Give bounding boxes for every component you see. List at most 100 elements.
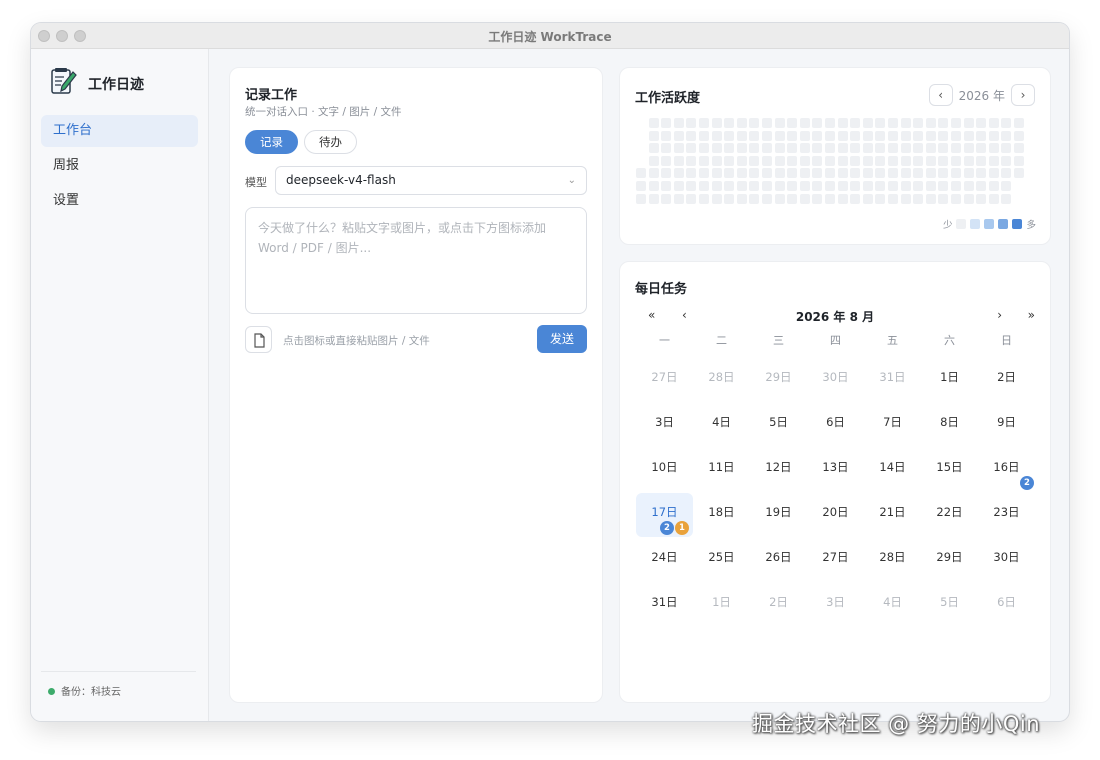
sidebar-item-workbench[interactable]: 工作台 — [41, 115, 198, 147]
calendar-day-label: 4日 — [712, 415, 731, 429]
heatmap-cell — [837, 143, 848, 154]
heatmap-cell — [661, 155, 672, 166]
record-mode-tabs: 记录 待办 — [245, 130, 363, 154]
heatmap-cell — [762, 118, 772, 128]
sidebar-item-settings[interactable]: 设置 — [41, 185, 198, 217]
calendar-day[interactable]: 23日 — [978, 493, 1035, 537]
chevron-down-icon: ⌄ — [567, 175, 576, 186]
heatmap-cell — [825, 168, 835, 179]
calendar-day[interactable]: 29日 — [921, 538, 978, 582]
model-select[interactable]: deepseek-v4-flash ⌄ — [275, 166, 587, 195]
calendar-day[interactable]: 4日 — [864, 583, 921, 627]
heatmap-cell — [711, 168, 722, 179]
calendar-day[interactable]: 25日 — [693, 538, 750, 582]
tasks-card-title: 每日任务 — [635, 282, 688, 297]
calendar-day[interactable]: 2日 — [978, 358, 1035, 402]
calendar-day[interactable]: 2日 — [750, 583, 807, 627]
heatmap-cell — [913, 155, 924, 166]
heatmap-cell — [888, 143, 898, 154]
calendar-day[interactable]: 18日 — [693, 493, 750, 537]
sidebar-item-weekly-report[interactable]: 周报 — [41, 150, 198, 182]
calendar-day[interactable]: 6日 — [807, 403, 864, 447]
heatmap-cell — [799, 118, 810, 128]
calendar-day[interactable]: 30日 — [807, 358, 864, 402]
heatmap-cell — [774, 155, 785, 166]
calendar-day[interactable]: 5日 — [750, 403, 807, 447]
heatmap-cell — [875, 118, 886, 128]
tab-record[interactable]: 记录 — [245, 130, 298, 154]
calendar-day[interactable]: 3日 — [807, 583, 864, 627]
heatmap-cell — [736, 155, 747, 166]
calendar-day[interactable]: 28日 — [693, 358, 750, 402]
calendar-day[interactable]: 31日 — [864, 358, 921, 402]
calendar-day-label: 25日 — [708, 550, 735, 564]
calendar-day[interactable]: 27日 — [807, 538, 864, 582]
heatmap-cell — [900, 168, 911, 179]
calendar-day[interactable]: 1日 — [693, 583, 750, 627]
task-count-badge: 2 — [660, 521, 674, 535]
calendar-day[interactable]: 9日 — [978, 403, 1035, 447]
heatmap-cell — [724, 155, 735, 166]
calendar-day[interactable]: 13日 — [807, 448, 864, 492]
calendar-day[interactable]: 12日 — [750, 448, 807, 492]
app-logo-icon — [51, 68, 77, 94]
send-button[interactable]: 发送 — [537, 325, 587, 353]
heatmap-cell — [988, 181, 999, 191]
next-year-button[interactable]: › — [1011, 84, 1035, 106]
calendar-day-label: 27日 — [822, 550, 849, 564]
heatmap-cell — [636, 193, 646, 204]
calendar-day[interactable]: 27日 — [636, 358, 693, 402]
heatmap-cell — [837, 118, 848, 128]
calendar-day[interactable]: 29日 — [750, 358, 807, 402]
app-name: 工作日迹 — [88, 77, 144, 93]
calendar-day[interactable]: 3日 — [636, 403, 693, 447]
tab-todo[interactable]: 待办 — [304, 130, 357, 154]
calendar-day[interactable]: 8日 — [921, 403, 978, 447]
calendar-day[interactable]: 14日 — [864, 448, 921, 492]
calendar-day[interactable]: 30日 — [978, 538, 1035, 582]
calendar-day[interactable]: 26日 — [750, 538, 807, 582]
heatmap-cell — [736, 168, 747, 179]
calendar-day[interactable]: 20日 — [807, 493, 864, 537]
heatmap-cell — [976, 181, 987, 191]
calendar-day[interactable]: 28日 — [864, 538, 921, 582]
heatmap-cell — [825, 155, 835, 166]
next-year-button[interactable]: » — [1028, 308, 1035, 322]
weekday-label: 六 — [944, 334, 955, 347]
calendar-day[interactable]: 16日 2 — [978, 448, 1035, 492]
heatmap-cell — [951, 155, 961, 166]
calendar-day[interactable]: 6日 — [978, 583, 1035, 627]
calendar-day[interactable]: 10日 — [636, 448, 693, 492]
heatmap-cell — [875, 168, 886, 179]
calendar-day-today[interactable]: 17日 2 1 — [636, 493, 693, 537]
weekday-label: 五 — [887, 334, 898, 347]
attach-file-button[interactable] — [245, 326, 272, 353]
calendar-day-label: 10日 — [651, 460, 678, 474]
heatmap-cell — [988, 130, 999, 141]
heatmap-cell — [938, 130, 949, 141]
prev-year-button[interactable]: ‹ — [928, 84, 953, 106]
heatmap-cell — [699, 130, 709, 141]
heatmap-cell — [976, 155, 987, 166]
heatmap-cell — [1001, 181, 1012, 191]
heatmap-cell — [888, 155, 898, 166]
backup-status: 备份：科技云 — [48, 683, 121, 698]
work-input[interactable]: 今天做了什么？粘贴文字或图片，或点击下方图标添加 Word / PDF / 图片… — [245, 207, 587, 314]
calendar-day-label: 29日 — [765, 370, 792, 384]
calendar-day[interactable]: 15日 — [921, 448, 978, 492]
calendar-day[interactable]: 24日 — [636, 538, 693, 582]
task-count-badge: 2 — [1020, 476, 1034, 490]
calendar-day[interactable]: 1日 — [921, 358, 978, 402]
calendar-day[interactable]: 7日 — [864, 403, 921, 447]
calendar-day-label: 3日 — [826, 595, 845, 609]
calendar-day[interactable]: 4日 — [693, 403, 750, 447]
calendar-day-label: 12日 — [765, 460, 792, 474]
calendar-day[interactable]: 22日 — [921, 493, 978, 537]
heatmap-cell — [699, 168, 709, 179]
calendar-day[interactable]: 5日 — [921, 583, 978, 627]
calendar-day[interactable]: 31日 — [636, 583, 693, 627]
calendar-day[interactable]: 21日 — [864, 493, 921, 537]
calendar-day[interactable]: 11日 — [693, 448, 750, 492]
next-month-button[interactable]: › — [997, 308, 1002, 322]
calendar-day[interactable]: 19日 — [750, 493, 807, 537]
